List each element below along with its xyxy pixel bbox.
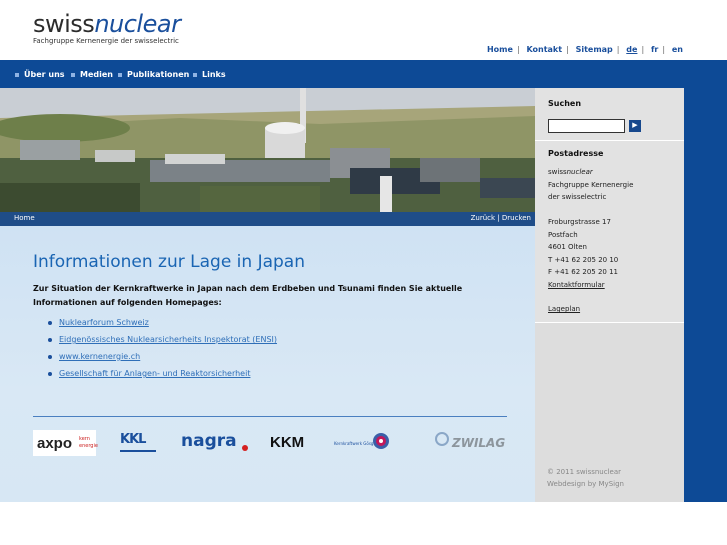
search-heading: Suchen	[548, 99, 582, 108]
sidebar-divider	[535, 322, 684, 323]
goesgen-logo[interactable]: Kernkraftwerk Gösgen	[334, 432, 414, 452]
footer-credits: © 2011 swissnuclear Webdesign by MySign	[547, 466, 624, 490]
metanav-home-link[interactable]: Home	[487, 45, 513, 54]
bullet-icon	[48, 355, 52, 359]
nav-item-links[interactable]: Links	[193, 70, 226, 79]
bullet-icon	[48, 372, 52, 376]
nav-item-publikationen[interactable]: Publikationen	[118, 70, 189, 79]
zwilag-emblem-icon	[435, 432, 449, 446]
hero-image-power-plant	[0, 88, 535, 212]
decorative-blue-stripe	[684, 88, 727, 502]
bullet-icon	[48, 338, 52, 342]
address-phone: T +41 62 205 20 10	[548, 256, 619, 264]
logo-text-accent: nuclear	[94, 10, 181, 38]
intro-text: Zur Situation der Kernkraftwerke in Japa…	[33, 284, 463, 307]
address-city: 4601 Olten	[548, 243, 587, 251]
meta-navigation: Home | Kontakt | Sitemap | de | fr | en	[486, 45, 683, 54]
nav-bullet-icon	[193, 72, 197, 77]
bullet-icon	[48, 321, 52, 325]
contact-form-link[interactable]: Kontaktformular	[548, 281, 605, 289]
axpo-logo[interactable]: axpo kern energie	[33, 430, 98, 456]
link-list: Nuklearforum Schweiz Eidgenössisches Nuk…	[48, 318, 277, 386]
link-grs[interactable]: Gesellschaft für Anlagen- und Reaktorsic…	[48, 369, 277, 386]
back-print-links[interactable]: Zurück | Drucken	[471, 214, 531, 222]
main-navigation: Über uns Medien Publikationen Links	[0, 60, 727, 88]
zwilag-logo[interactable]: ZWILAG	[434, 431, 508, 453]
nav-item-ueber-uns[interactable]: Über uns	[15, 70, 65, 79]
nav-bullet-icon	[71, 72, 75, 77]
nagra-logo[interactable]: nagra	[181, 431, 251, 453]
address-org-line2: der swisselectric	[548, 193, 607, 201]
content-divider	[33, 416, 507, 417]
search-submit-button[interactable]: ▶	[629, 120, 641, 132]
address-org-name: swissnuclear	[548, 168, 593, 176]
address-heading: Postadresse	[548, 149, 604, 158]
webdesign-credit[interactable]: Webdesign by MySign	[547, 478, 624, 490]
address-street: Froburgstrasse 17	[548, 218, 611, 226]
breadcrumb-home-link[interactable]: Home	[14, 214, 35, 222]
language-en-link[interactable]: en	[672, 45, 683, 54]
page-title: Informationen zur Lage in Japan	[33, 252, 305, 272]
nav-bullet-icon	[15, 72, 19, 77]
metanav-sitemap-link[interactable]: Sitemap	[576, 45, 613, 54]
link-ensi[interactable]: Eidgenössisches Nuklearsicherheits Inspe…	[48, 335, 277, 352]
sidebar-divider	[535, 140, 684, 141]
address-org-line1: Fachgruppe Kernenergie	[548, 181, 634, 189]
nagra-dot-icon	[242, 445, 248, 451]
copyright-text: © 2011 swissnuclear	[547, 468, 622, 476]
search-input[interactable]	[548, 119, 625, 133]
goesgen-emblem-icon	[373, 433, 389, 449]
logo-text-plain: swiss	[33, 10, 95, 38]
breadcrumb-bar: Home Zurück | Drucken	[0, 212, 535, 226]
arrow-right-icon: ▶	[632, 122, 638, 129]
map-link[interactable]: Lageplan	[548, 305, 580, 313]
address-fax: F +41 62 205 20 11	[548, 268, 619, 276]
language-de-link[interactable]: de	[626, 45, 637, 54]
kkm-logo[interactable]: KKM	[270, 432, 315, 452]
address-box-line: Postfach	[548, 231, 578, 239]
language-fr-link[interactable]: fr	[651, 45, 658, 54]
kkl-logo[interactable]: KKL	[120, 430, 158, 458]
logo-tagline: Fachgruppe Kernenergie der swisselectric	[33, 37, 179, 45]
nav-item-medien[interactable]: Medien	[71, 70, 113, 79]
metanav-kontakt-link[interactable]: Kontakt	[526, 45, 562, 54]
link-nuklearforum[interactable]: Nuklearforum Schweiz	[48, 318, 277, 335]
swissnuclear-logo[interactable]: swissnuclear	[33, 10, 181, 38]
nav-bullet-icon	[118, 72, 122, 77]
link-kernenergie[interactable]: www.kernenergie.ch	[48, 352, 277, 369]
